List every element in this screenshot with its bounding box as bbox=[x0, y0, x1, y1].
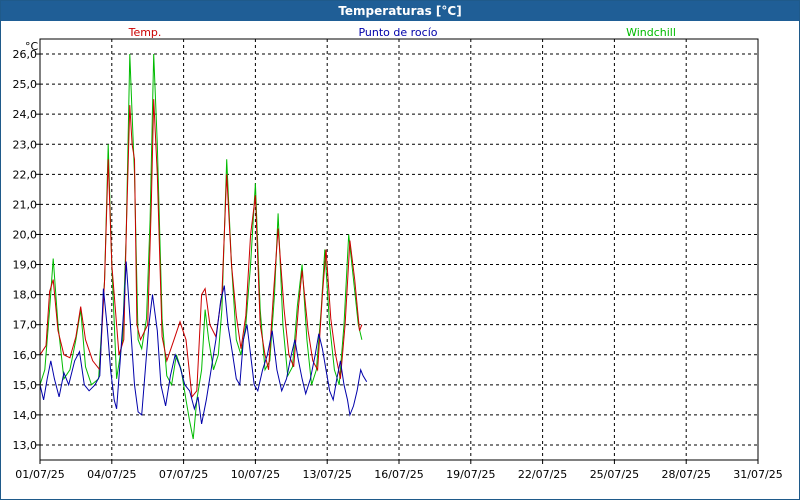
y-tick-label: 24,0 bbox=[13, 108, 38, 121]
legend-dew-point: Punto de rocío bbox=[358, 26, 437, 39]
x-tick-label: 28/07/25 bbox=[661, 468, 710, 481]
x-tick-label: 07/07/25 bbox=[159, 468, 208, 481]
x-tick-label: 31/07/25 bbox=[733, 468, 782, 481]
y-tick-label: 21,0 bbox=[13, 198, 38, 211]
y-axis-unit-label: °C bbox=[25, 40, 39, 53]
y-tick-label: 17,0 bbox=[13, 319, 38, 332]
temperature-chart: 13,0 14,0 15,0 16,0 17,0 18,0 19,0 20,0 21,0 22,0… bbox=[13, 26, 783, 481]
y-tick-label: 25,0 bbox=[13, 78, 38, 91]
x-tick-label: 10/07/25 bbox=[231, 468, 280, 481]
y-tick-label: 15,0 bbox=[13, 379, 38, 392]
legend-windchill: Windchill bbox=[626, 26, 676, 39]
x-tick-label: 16/07/25 bbox=[374, 468, 423, 481]
y-tick-label: 22,0 bbox=[13, 168, 38, 181]
series-line-windchill bbox=[39, 53, 363, 440]
series-layer bbox=[39, 53, 368, 440]
x-tick-label: 13/07/25 bbox=[302, 468, 351, 481]
y-axis: 13,0 14,0 15,0 16,0 17,0 18,0 19,0 20,0 21,0 22,0… bbox=[13, 48, 40, 452]
y-tick-label: 16,0 bbox=[13, 349, 38, 362]
legend-temp: Temp. bbox=[128, 26, 162, 39]
grid bbox=[40, 39, 759, 460]
y-tick-label: 20,0 bbox=[13, 228, 38, 241]
x-tick-label: 04/07/25 bbox=[87, 468, 136, 481]
x-tick-label: 22/07/25 bbox=[518, 468, 567, 481]
y-tick-label: 18,0 bbox=[13, 289, 38, 302]
x-axis: 01/07/25 04/07/25 07/07/25 10/07/25 13/07/25… bbox=[15, 460, 783, 481]
x-tick-label: 19/07/25 bbox=[446, 468, 495, 481]
x-tick-label: 01/07/25 bbox=[15, 468, 64, 481]
y-tick-label: 23,0 bbox=[13, 138, 38, 151]
y-tick-label: 14,0 bbox=[13, 409, 38, 422]
y-tick-label: 19,0 bbox=[13, 259, 38, 272]
x-tick-label: 25/07/25 bbox=[590, 468, 639, 481]
y-tick-label: 13,0 bbox=[13, 439, 38, 452]
